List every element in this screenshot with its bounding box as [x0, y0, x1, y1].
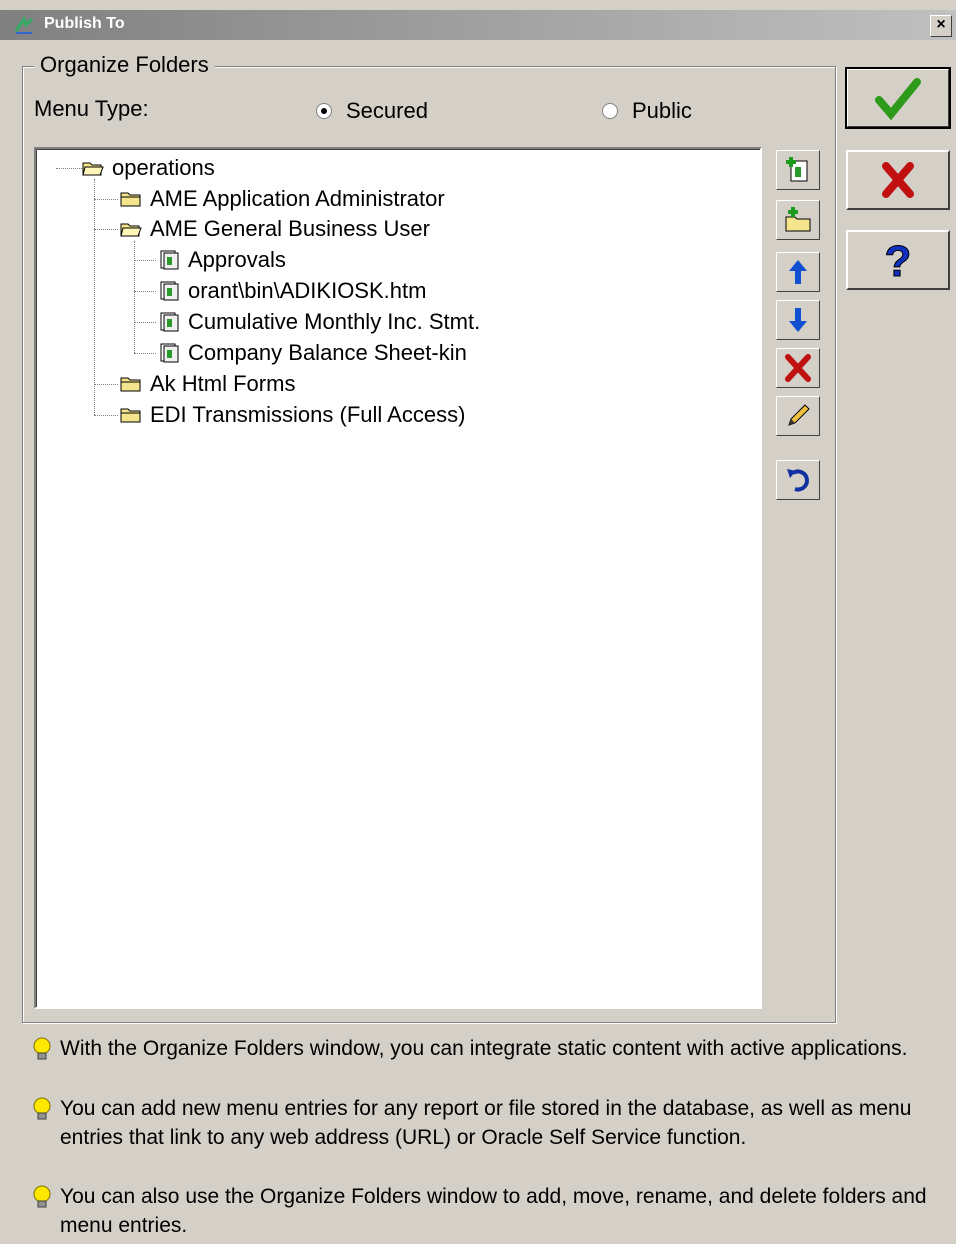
tree-item-adikiosk[interactable]: orant\bin\ADIKIOSK.htm: [158, 277, 426, 305]
close-button[interactable]: ×: [930, 15, 952, 37]
tree-connector: [94, 179, 95, 415]
help-button[interactable]: ?: [846, 230, 950, 290]
radio-secured-indicator[interactable]: [316, 103, 332, 119]
tree-item-label: Ak Html Forms: [150, 371, 296, 396]
delete-icon: [785, 354, 811, 382]
hint-2: You can add new menu entries for any rep…: [30, 1094, 940, 1152]
tree-item-label: AME Application Administrator: [150, 186, 445, 211]
move-down-button[interactable]: [776, 300, 820, 340]
tree-connector: [94, 415, 118, 416]
help-question-icon: ?: [884, 238, 912, 282]
tree-connector: [56, 168, 82, 169]
move-up-icon: [789, 260, 807, 284]
tree-item-ame-application-administrator[interactable]: AME Application Administrator: [120, 185, 445, 213]
tree-connector: [134, 322, 156, 323]
window-title: Publish To: [44, 15, 125, 32]
group-legend: Organize Folders: [34, 52, 215, 78]
tree-item-label: Company Balance Sheet-kin: [188, 340, 467, 365]
tree-item-label: Cumulative Monthly Inc. Stmt.: [188, 309, 481, 334]
add-entry-icon: [786, 157, 808, 182]
undo-button[interactable]: [776, 460, 820, 500]
folder-open-icon: [120, 223, 142, 237]
tree-connector: [94, 199, 118, 200]
undo-icon: [787, 469, 809, 492]
tree-item-operations[interactable]: operations: [82, 154, 215, 182]
svg-text:?: ?: [885, 238, 912, 282]
folder-icon: [120, 192, 141, 207]
radio-secured-label: Secured: [346, 98, 428, 123]
tree-item-label: EDI Transmissions (Full Access): [150, 402, 466, 427]
move-up-button[interactable]: [776, 252, 820, 292]
menu-type-label: Menu Type:: [34, 96, 149, 121]
lightbulb-icon: [33, 1185, 51, 1208]
tree-connector: [134, 291, 156, 292]
ok-checkmark-icon: [875, 78, 921, 120]
lightbulb-icon: [33, 1097, 51, 1120]
tree-connector: [134, 353, 156, 354]
app-icon: [14, 15, 34, 34]
hint-text: You can also use the Organize Folders wi…: [60, 1185, 927, 1237]
folder-tree[interactable]: operations AME Application Administrator…: [34, 147, 762, 1009]
tree-item-company-balance-sheet[interactable]: Company Balance Sheet-kin: [158, 339, 467, 367]
hint-1: With the Organize Folders window, you ca…: [30, 1034, 940, 1063]
folder-icon: [120, 408, 141, 423]
add-folder-icon: [785, 207, 811, 232]
tree-item-edi-transmissions[interactable]: EDI Transmissions (Full Access): [120, 401, 465, 429]
radio-secured[interactable]: Secured: [316, 98, 428, 124]
tree-connector: [134, 241, 135, 353]
tree-item-cumulative-monthly[interactable]: Cumulative Monthly Inc. Stmt.: [158, 308, 480, 336]
tree-item-label: AME General Business User: [150, 216, 430, 241]
tree-item-label: orant\bin\ADIKIOSK.htm: [188, 278, 427, 303]
hint-text: With the Organize Folders window, you ca…: [60, 1037, 908, 1060]
lightbulb-icon: [33, 1037, 51, 1060]
tree-item-ame-general-business-user[interactable]: AME General Business User: [120, 215, 430, 243]
radio-public-label: Public: [632, 98, 692, 123]
document-icon: [160, 312, 179, 332]
document-icon: [160, 343, 179, 363]
delete-button[interactable]: [776, 348, 820, 388]
radio-public[interactable]: Public: [602, 98, 692, 124]
cancel-button[interactable]: [846, 150, 950, 210]
tree-item-approvals[interactable]: Approvals: [158, 246, 286, 274]
tree-item-label: Approvals: [188, 247, 286, 272]
tree-item-ak-html-forms[interactable]: Ak Html Forms: [120, 370, 295, 398]
move-down-icon: [789, 308, 807, 332]
tree-connector: [94, 229, 118, 230]
hint-text: You can add new menu entries for any rep…: [60, 1097, 912, 1149]
ok-button[interactable]: [845, 67, 951, 129]
folder-open-icon: [82, 162, 104, 176]
document-icon: [160, 281, 179, 301]
rename-icon: [788, 404, 810, 426]
tree-item-label: operations: [112, 155, 215, 180]
folder-icon: [120, 377, 141, 392]
radio-public-indicator[interactable]: [602, 103, 618, 119]
add-folder-button[interactable]: [776, 200, 820, 240]
rename-button[interactable]: [776, 396, 820, 436]
tree-connector: [94, 384, 118, 385]
hint-3: You can also use the Organize Folders wi…: [30, 1182, 940, 1240]
tree-connector: [134, 260, 156, 261]
add-entry-button[interactable]: [776, 150, 820, 190]
cancel-x-icon: [882, 162, 914, 198]
title-bar: Publish To ×: [0, 10, 956, 40]
document-icon: [160, 250, 179, 270]
